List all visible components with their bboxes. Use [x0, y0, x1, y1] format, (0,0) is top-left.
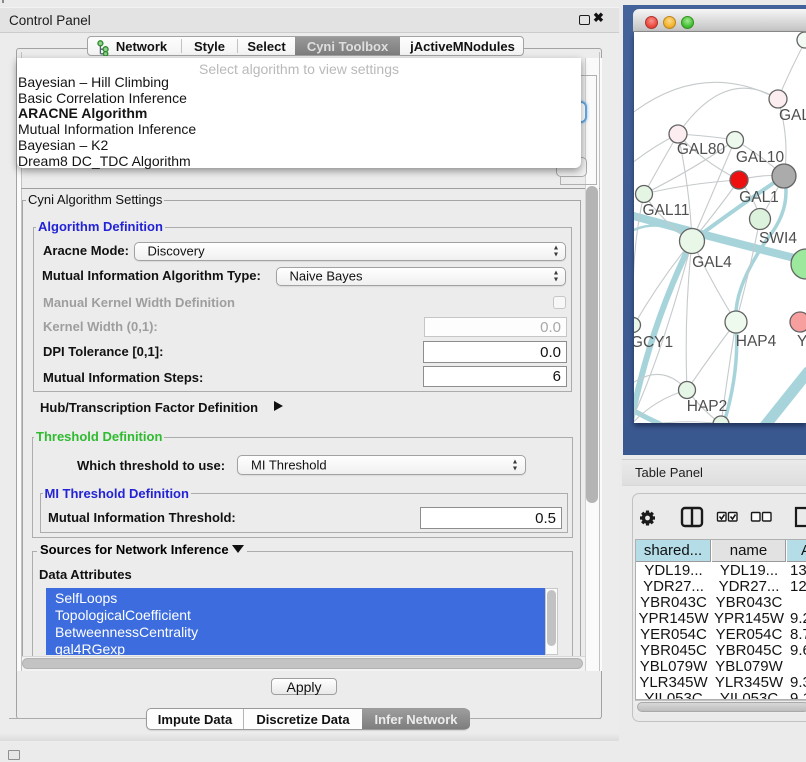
svg-text:GAL80: GAL80: [677, 141, 726, 158]
svg-text:GAL1: GAL1: [739, 189, 779, 206]
svg-text:GAL10: GAL10: [736, 149, 785, 166]
svg-text:SWI4: SWI4: [759, 230, 797, 247]
svg-text:HAP2: HAP2: [687, 398, 728, 415]
svg-text:HAP4: HAP4: [736, 333, 777, 350]
svg-text:GAL4: GAL4: [692, 254, 732, 271]
svg-text:GAL11: GAL11: [642, 202, 689, 219]
svg-text:YM: YM: [797, 333, 806, 350]
svg-text:GAL7: GAL7: [779, 107, 806, 124]
svg-text:GCY1: GCY1: [634, 334, 673, 351]
